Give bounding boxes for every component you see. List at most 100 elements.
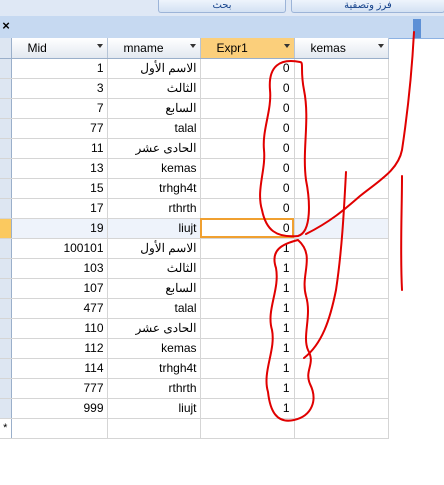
cell-mname[interactable]: trhgh4t — [107, 178, 201, 199]
cell-mid[interactable]: 777 — [11, 378, 108, 399]
cell-mid[interactable]: 19 — [11, 218, 108, 239]
cell-expr1[interactable]: 1 — [200, 238, 295, 259]
table-row[interactable]: 15 trhgh4t 0 — [0, 178, 389, 199]
table-row[interactable]: 777 rthrth 1 — [0, 378, 389, 399]
cell-mname[interactable]: السابع — [107, 278, 201, 299]
cell-kemas[interactable] — [294, 158, 389, 179]
cell-mid[interactable]: 1 — [11, 58, 108, 79]
cell-expr1[interactable]: 0 — [200, 158, 295, 179]
cell-mname[interactable]: talal — [107, 118, 201, 139]
cell-expr1[interactable]: 0 — [200, 178, 295, 199]
row-selector[interactable] — [0, 158, 12, 179]
cell-mid[interactable]: 7 — [11, 98, 108, 119]
cell-mname[interactable]: kemas — [107, 338, 201, 359]
cell-mname[interactable]: rthrth — [107, 198, 201, 219]
cell-expr1[interactable]: 1 — [200, 298, 295, 319]
table-row[interactable]: 19 liujt 0 — [0, 218, 389, 239]
row-selector[interactable] — [0, 318, 12, 339]
cell-mid[interactable]: 77 — [11, 118, 108, 139]
cell-expr1[interactable]: 1 — [200, 338, 295, 359]
cell-mname[interactable]: الثالث — [107, 78, 201, 99]
cell-mname[interactable] — [107, 418, 201, 439]
row-selector[interactable] — [0, 338, 12, 359]
chevron-down-icon[interactable] — [96, 44, 103, 48]
table-row[interactable]: 110 الحادى عشر 1 — [0, 318, 389, 339]
cell-expr1[interactable]: 1 — [200, 398, 295, 419]
chevron-down-icon[interactable] — [283, 44, 290, 48]
cell-mname[interactable]: talal — [107, 298, 201, 319]
cell-mid[interactable]: 100101 — [11, 238, 108, 259]
new-record-row[interactable]: * — [0, 418, 389, 439]
cell-kemas[interactable] — [294, 98, 389, 119]
cell-kemas[interactable] — [294, 298, 389, 319]
cell-kemas[interactable] — [294, 118, 389, 139]
row-selector[interactable] — [0, 238, 12, 259]
cell-kemas[interactable] — [294, 218, 389, 239]
cell-kemas[interactable] — [294, 418, 389, 439]
cell-mname[interactable]: liujt — [107, 218, 201, 239]
row-selector[interactable] — [0, 138, 12, 159]
cell-expr1[interactable]: 0 — [200, 58, 295, 79]
table-row[interactable]: 999 liujt 1 — [0, 398, 389, 419]
cell-expr1[interactable] — [200, 418, 295, 439]
cell-mid[interactable]: 15 — [11, 178, 108, 199]
cell-expr1[interactable]: 0 — [200, 198, 295, 219]
cell-mid[interactable]: 11 — [11, 138, 108, 159]
cell-mname[interactable]: الاسم الأول — [107, 238, 201, 259]
cell-mid[interactable]: 107 — [11, 278, 108, 299]
table-row[interactable]: 1 الاسم الأول 0 — [0, 58, 389, 79]
cell-kemas[interactable] — [294, 358, 389, 379]
cell-expr1[interactable]: 0 — [200, 78, 295, 99]
table-row[interactable]: 103 الثالث 1 — [0, 258, 389, 279]
cell-mname[interactable]: trhgh4t — [107, 358, 201, 379]
cell-kemas[interactable] — [294, 338, 389, 359]
cell-kemas[interactable] — [294, 178, 389, 199]
row-selector[interactable] — [0, 378, 12, 399]
column-header-mname[interactable]: mname — [107, 38, 201, 59]
table-row[interactable]: 17 rthrth 0 — [0, 198, 389, 219]
cell-expr1[interactable]: 0 — [200, 138, 295, 159]
cell-kemas[interactable] — [294, 198, 389, 219]
table-row[interactable]: 114 trhgh4t 1 — [0, 358, 389, 379]
cell-kemas[interactable] — [294, 318, 389, 339]
cell-expr1[interactable]: 0 — [200, 118, 295, 139]
table-row[interactable]: 13 kemas 0 — [0, 158, 389, 179]
cell-expr1[interactable]: 1 — [200, 358, 295, 379]
row-selector[interactable] — [0, 398, 12, 419]
cell-mid[interactable]: 112 — [11, 338, 108, 359]
table-row[interactable]: 477 talal 1 — [0, 298, 389, 319]
row-selector[interactable] — [0, 358, 12, 379]
column-header-mid[interactable]: Mid — [11, 38, 108, 59]
cell-mname[interactable]: الثالث — [107, 258, 201, 279]
table-row[interactable]: 100101 الاسم الأول 1 — [0, 238, 389, 259]
cell-kemas[interactable] — [294, 258, 389, 279]
cell-kemas[interactable] — [294, 398, 389, 419]
table-row[interactable]: 3 الثالث 0 — [0, 78, 389, 99]
cell-mid[interactable]: 114 — [11, 358, 108, 379]
table-row[interactable]: 77 talal 0 — [0, 118, 389, 139]
row-selector[interactable] — [0, 178, 12, 199]
cell-mname[interactable]: rthrth — [107, 378, 201, 399]
cell-expr1[interactable]: 1 — [200, 278, 295, 299]
table-row[interactable]: 7 السابع 0 — [0, 98, 389, 119]
chevron-down-icon[interactable] — [189, 44, 196, 48]
cell-kemas[interactable] — [294, 378, 389, 399]
cell-mname[interactable]: الحادى عشر — [107, 318, 201, 339]
column-header-expr1[interactable]: Expr1 — [200, 38, 295, 59]
row-selector[interactable] — [0, 298, 12, 319]
cell-kemas[interactable] — [294, 58, 389, 79]
close-icon[interactable]: × — [0, 18, 12, 34]
cell-expr1[interactable]: 1 — [200, 378, 295, 399]
cell-mid[interactable]: 999 — [11, 398, 108, 419]
cell-mid[interactable] — [11, 418, 108, 439]
cell-kemas[interactable] — [294, 278, 389, 299]
cell-mname[interactable]: liujt — [107, 398, 201, 419]
row-selector[interactable] — [0, 278, 12, 299]
cell-mid[interactable]: 13 — [11, 158, 108, 179]
table-row[interactable]: 112 kemas 1 — [0, 338, 389, 359]
column-header-kemas[interactable]: kemas — [294, 38, 389, 59]
table-row[interactable]: 11 الحادى عشر 0 — [0, 138, 389, 159]
cell-mid[interactable]: 477 — [11, 298, 108, 319]
cell-kemas[interactable] — [294, 138, 389, 159]
row-selector[interactable] — [0, 78, 12, 99]
